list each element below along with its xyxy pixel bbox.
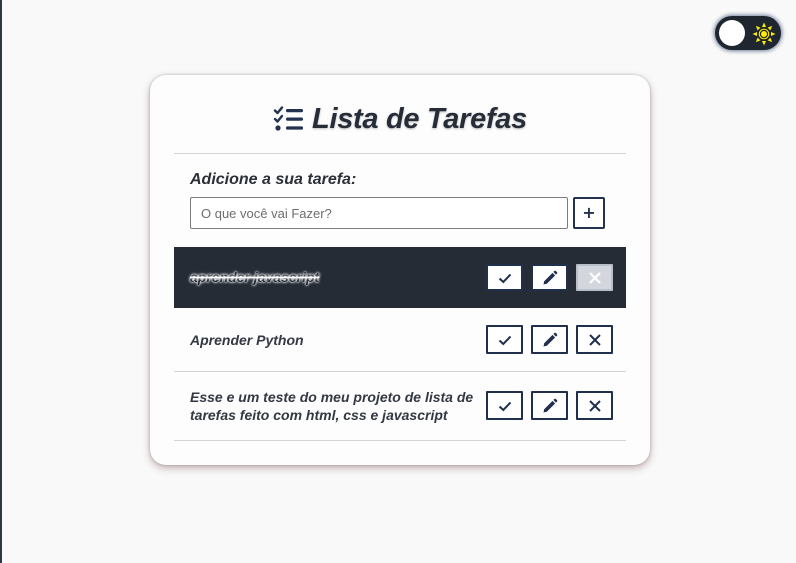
delete-task-button[interactable] <box>576 391 613 420</box>
task-actions <box>486 264 613 291</box>
sun-icon <box>752 22 776 46</box>
toggle-knob[interactable] <box>719 20 745 46</box>
task-row-done: aprender javascript <box>174 247 626 308</box>
window-edge <box>0 0 2 563</box>
task-actions <box>486 325 613 354</box>
theme-toggle[interactable] <box>715 16 781 50</box>
check-icon <box>498 273 511 283</box>
pencil-icon <box>543 398 557 412</box>
pencil-icon <box>543 332 557 346</box>
complete-task-button[interactable] <box>486 325 523 354</box>
task-text: Aprender Python <box>190 332 304 348</box>
todo-card: Lista de Tarefas Adicione a sua tarefa: … <box>150 75 650 465</box>
check-icon <box>498 335 511 345</box>
list-check-icon <box>273 106 304 131</box>
divider <box>174 440 626 441</box>
close-icon <box>588 333 601 346</box>
page-header: Lista de Tarefas <box>150 99 650 139</box>
edit-task-button[interactable] <box>531 264 568 291</box>
complete-task-button[interactable] <box>486 264 523 291</box>
check-icon <box>498 401 511 411</box>
edit-task-button[interactable] <box>531 391 568 420</box>
task-row: Aprender Python <box>174 308 626 372</box>
delete-task-button[interactable] <box>576 325 613 354</box>
edit-task-button[interactable] <box>531 325 568 354</box>
complete-task-button[interactable] <box>486 391 523 420</box>
task-text: aprender javascript <box>190 269 320 285</box>
task-actions <box>486 391 613 420</box>
task-text: Esse e um teste do meu projeto de lista … <box>190 389 474 423</box>
close-icon <box>588 399 601 412</box>
pencil-icon <box>543 270 557 284</box>
divider <box>174 153 626 154</box>
close-icon <box>588 271 601 284</box>
task-row: Esse e um teste do meu projeto de lista … <box>174 372 626 440</box>
task-input[interactable] <box>190 197 568 229</box>
add-task-button[interactable]: + <box>573 197 605 229</box>
add-task-label: Adicione a sua tarefa: <box>190 171 357 188</box>
page-title: Lista de Tarefas <box>312 102 527 135</box>
delete-task-button[interactable] <box>576 264 613 291</box>
